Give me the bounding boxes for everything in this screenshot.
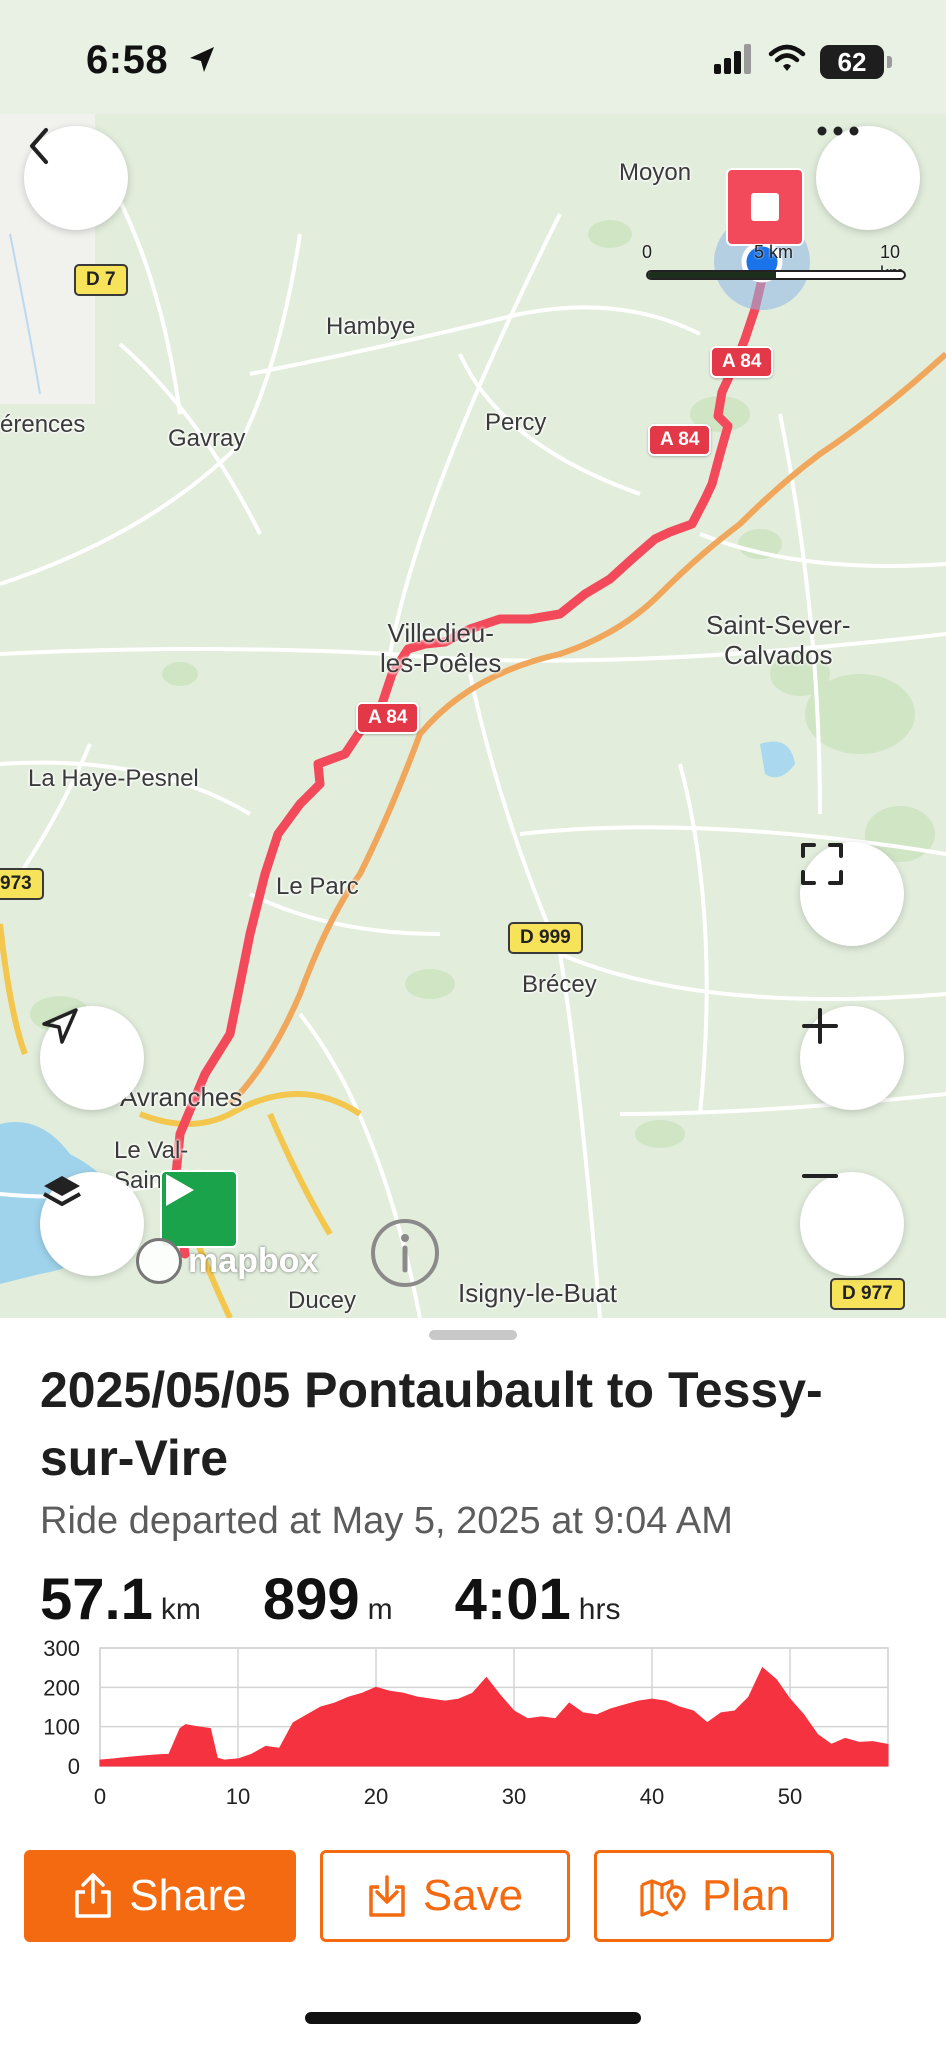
status-time: 6:58 [86, 38, 169, 82]
route-end-marker[interactable] [726, 168, 804, 246]
chart-ytick-label: 100 [43, 1715, 80, 1740]
fullscreen-icon [801, 843, 843, 885]
chart-xtick-label: 40 [640, 1784, 664, 1809]
sheet-grabber[interactable] [429, 1330, 517, 1340]
info-icon [371, 1219, 439, 1287]
place-label-le-parc: Le Parc [276, 873, 359, 900]
place-label-isigny: Isigny-le-Buat [458, 1278, 617, 1308]
elevation-chart[interactable]: 0 100 200 300 0 10 20 30 40 50 [0, 1624, 946, 1820]
location-arrow-icon [186, 44, 218, 81]
road-shield-d7: D 7 [74, 264, 128, 296]
mapbox-logo-icon [136, 1238, 182, 1284]
place-label-moyon: Moyon [619, 159, 692, 186]
zoom-out-button[interactable] [800, 1172, 904, 1276]
save-button[interactable]: Save [320, 1850, 570, 1942]
stat-distance-unit: km [160, 1593, 201, 1626]
stat-duration-value: 4:01 [454, 1567, 571, 1632]
chart-ytick-label: 300 [43, 1636, 80, 1661]
road-shield-d977: D 977 [830, 1278, 905, 1310]
stat-elevation-unit: m [367, 1593, 393, 1626]
place-label-saint-sever: Saint-Sever- Calvados [706, 610, 851, 670]
plus-icon [802, 1008, 838, 1044]
stop-icon [751, 193, 779, 221]
road-shield-d973: 973 [0, 868, 44, 900]
ride-departed-subtitle: Ride departed at May 5, 2025 at 9:04 AM [40, 1500, 733, 1542]
place-label-villedieu: Villedieu- les-Poêles [380, 618, 502, 678]
back-button[interactable] [24, 126, 128, 230]
map-pin-icon [640, 1879, 686, 1917]
road-shield-a84: A 84 [648, 424, 712, 456]
play-icon [166, 1174, 194, 1206]
chart-xtick-label: 0 [94, 1784, 106, 1809]
scale-bar [646, 270, 906, 280]
chevron-left-icon [30, 128, 48, 164]
chart-ytick-label: 200 [43, 1675, 80, 1700]
place-label-percy: Percy [485, 409, 547, 436]
stat-duration-unit: hrs [578, 1593, 621, 1626]
plan-button[interactable]: Plan [594, 1850, 834, 1942]
battery-icon: 62 [820, 44, 892, 79]
place-label-hambye: Hambye [326, 313, 416, 340]
map-view[interactable]: Moyon Hambye érences Gavray Percy Villed… [0, 114, 946, 1318]
chart-xtick-label: 20 [364, 1784, 388, 1809]
plan-label: Plan [701, 1871, 791, 1920]
chart-xtick-label: 50 [778, 1784, 802, 1809]
status-bar: 6:58 62 [0, 0, 946, 114]
fit-route-button[interactable] [800, 842, 904, 946]
chart-ytick-label: 0 [68, 1754, 80, 1779]
more-options-button[interactable] [816, 126, 920, 230]
save-label: Save [422, 1871, 524, 1920]
scale-bar-fill [648, 272, 776, 278]
download-icon [369, 1875, 405, 1917]
navigation-arrow-icon [42, 1008, 78, 1044]
scale-label-mid: 5 km [754, 242, 794, 262]
stat-elevation-gain: 899 m [263, 1566, 393, 1633]
place-label-ducey: Ducey [288, 1287, 357, 1314]
share-button[interactable]: Share [24, 1850, 296, 1942]
zoom-in-button[interactable] [800, 1006, 904, 1110]
status-indicators: 62 [714, 44, 892, 79]
recenter-location-button[interactable] [40, 1006, 144, 1110]
place-label-la-haye-pesnel: La Haye-Pesnel [28, 765, 199, 792]
water-lake [760, 741, 795, 778]
map-layers-button[interactable] [40, 1172, 144, 1276]
layers-icon [43, 1176, 81, 1206]
place-label-gavray: Gavray [168, 425, 246, 452]
share-icon [75, 1873, 112, 1918]
scale-label-zero: 0 [642, 242, 653, 262]
place-label-brecey: Brécey [522, 971, 597, 998]
cellular-signal-icon [714, 44, 754, 79]
mapbox-attribution[interactable]: mapbox [136, 1238, 318, 1284]
battery-level: 62 [837, 46, 867, 77]
route-start-marker[interactable] [160, 1170, 238, 1248]
wifi-icon [768, 44, 806, 79]
chart-xtick-label: 30 [502, 1784, 526, 1809]
stat-elevation-value: 899 [262, 1567, 360, 1632]
ride-title: 2025/05/05 Pontaubault to Tessy-sur-Vire [40, 1362, 823, 1486]
road-shield-a84: A 84 [710, 346, 774, 378]
home-indicator [305, 2012, 641, 2024]
chart-xtick-label: 10 [226, 1784, 250, 1809]
minus-icon [802, 1174, 838, 1178]
road-shield-a84: A 84 [356, 702, 420, 734]
place-label-erences: érences [0, 411, 86, 438]
place-label-avranches: Avranches [120, 1082, 243, 1112]
more-horizontal-icon [817, 126, 859, 136]
mapbox-wordmark: mapbox [188, 1241, 319, 1280]
battery-cap [887, 55, 892, 68]
share-label: Share [129, 1871, 247, 1920]
map-scale: 0 5 km 10 km [640, 242, 910, 292]
road-shield-d999: D 999 [508, 922, 583, 954]
ride-stats: 57.1 km 899 m 4:01 hrs [40, 1566, 682, 1633]
stat-distance: 57.1 km [40, 1566, 201, 1633]
stat-duration: 4:01 hrs [455, 1566, 621, 1633]
stat-distance-value: 57.1 [40, 1567, 153, 1632]
